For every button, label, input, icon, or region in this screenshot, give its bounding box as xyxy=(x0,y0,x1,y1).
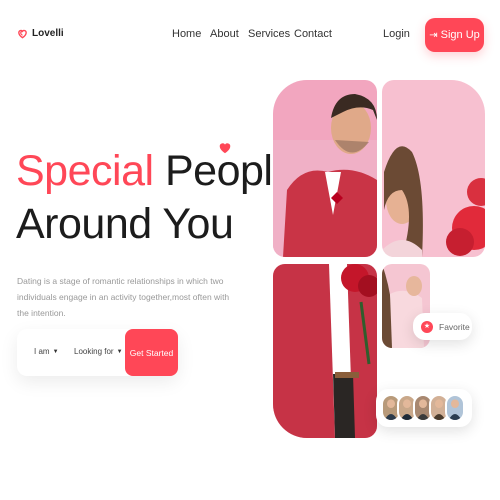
couple-photo xyxy=(382,80,485,257)
chevron-down-icon: ▼ xyxy=(116,348,123,355)
login-arrow-icon: ⇥ xyxy=(429,29,438,41)
hero-photo-grid xyxy=(273,80,485,438)
photo-tile xyxy=(382,80,485,257)
hero-headline: Special People Around You xyxy=(16,145,296,251)
star-icon: ★ xyxy=(421,320,433,333)
iam-select[interactable]: I am ▼ xyxy=(34,347,59,356)
landing-page: Lovelli Home About Services Contact Logi… xyxy=(0,0,500,500)
photo-tile xyxy=(273,80,377,257)
couple-photo xyxy=(273,80,377,257)
favorite-label: Favorite xyxy=(439,321,470,332)
login-link[interactable]: Login xyxy=(383,28,410,40)
chevron-down-icon: ▼ xyxy=(52,348,59,355)
signup-button[interactable]: ⇥ Sign Up xyxy=(425,18,484,52)
favorite-chip[interactable]: ★ Favorite xyxy=(413,313,472,340)
heart-outline-icon xyxy=(18,29,27,39)
avatar-strip[interactable] xyxy=(376,389,472,427)
nav-home[interactable]: Home xyxy=(172,28,201,40)
looking-for-label: Looking for xyxy=(74,347,114,356)
avatar[interactable] xyxy=(445,394,465,422)
headline-accent: Special xyxy=(16,147,154,195)
looking-for-select[interactable]: Looking for ▼ xyxy=(74,347,123,356)
nav-about[interactable]: About xyxy=(210,28,239,40)
nav-services[interactable]: Services xyxy=(248,28,290,40)
brand-logo[interactable]: Lovelli xyxy=(17,28,64,39)
avatar-row xyxy=(381,394,467,422)
hero-description: Dating is a stage of romantic relationsh… xyxy=(17,276,230,318)
heart-icon xyxy=(219,143,231,154)
couple-photo xyxy=(273,264,377,438)
signup-label: Sign Up xyxy=(440,29,480,41)
brand-name: Lovelli xyxy=(32,28,64,39)
get-started-button[interactable]: Get Started xyxy=(125,329,178,376)
nav-contact[interactable]: Contact xyxy=(294,28,332,40)
photo-tile xyxy=(273,264,377,438)
headline-line2: Around You xyxy=(16,200,234,248)
iam-label: I am xyxy=(34,347,50,356)
